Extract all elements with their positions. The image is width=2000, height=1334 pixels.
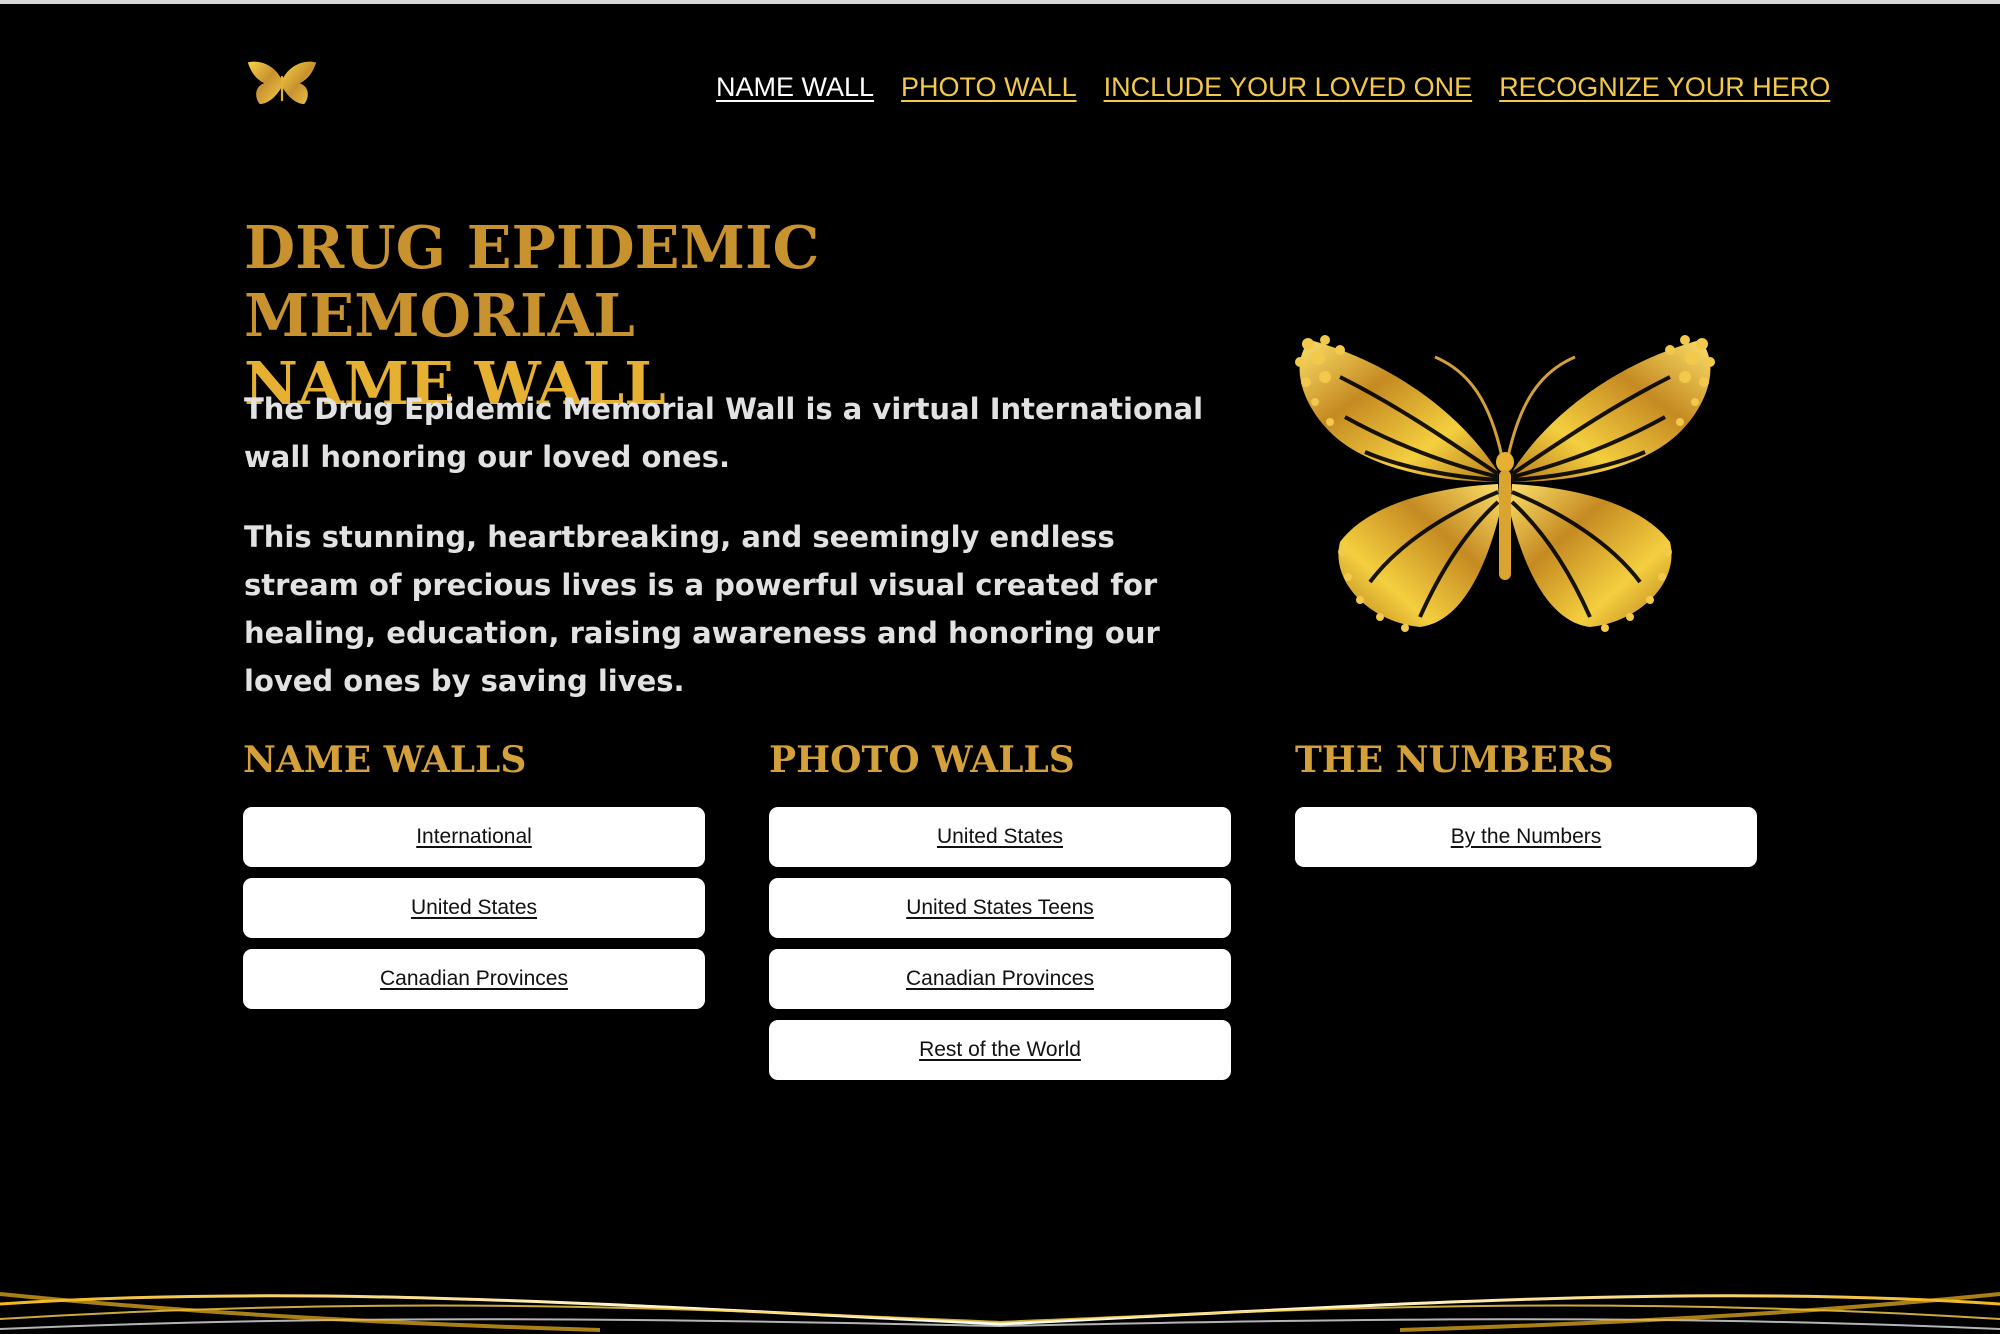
butterfly-icon [1295,335,1715,632]
by-the-numbers-button[interactable]: By the Numbers [1295,807,1757,867]
name-walls-heading: NAME WALLS [243,739,527,781]
nav-recognize-hero-link[interactable]: RECOGNIZE YOUR HERO [1499,72,1830,103]
intro-paragraph-1: The Drug Epidemic Memorial Wall is a vir… [244,392,1204,474]
photo-walls-section: PHOTO WALLS United States United States … [769,735,1231,1091]
photo-wall-rest-of-world-button[interactable]: Rest of the World [769,1020,1231,1080]
butterfly-logo-icon[interactable] [244,58,320,110]
the-numbers-section: THE NUMBERS By the Numbers [1295,735,1757,878]
intro-paragraph-2: This stunning, heartbreaking, and seemin… [244,520,1160,698]
photo-walls-heading: PHOTO WALLS [769,739,1075,781]
name-wall-canadian-provinces-button[interactable]: Canadian Provinces [243,949,705,1009]
the-numbers-heading: THE NUMBERS [1295,739,1614,781]
nav-include-loved-one-link[interactable]: INCLUDE YOUR LOVED ONE [1104,72,1473,103]
name-walls-section: NAME WALLS International United States C… [243,735,705,1020]
photo-wall-canadian-provinces-button[interactable]: Canadian Provinces [769,949,1231,1009]
page-title-line1: DRUG EPIDEMIC MEMORIAL [244,213,820,350]
bottom-light-streaks [0,1292,2000,1332]
photo-wall-united-states-button[interactable]: United States [769,807,1231,867]
nav-photo-wall-link[interactable]: PHOTO WALL [901,72,1077,103]
main-nav: NAME WALL PHOTO WALL INCLUDE YOUR LOVED … [716,72,1830,103]
name-wall-united-states-button[interactable]: United States [243,878,705,938]
nav-name-wall-link[interactable]: NAME WALL [716,72,874,103]
photo-wall-united-states-teens-button[interactable]: United States Teens [769,878,1231,938]
name-wall-international-button[interactable]: International [243,807,705,867]
top-border [0,0,2000,4]
